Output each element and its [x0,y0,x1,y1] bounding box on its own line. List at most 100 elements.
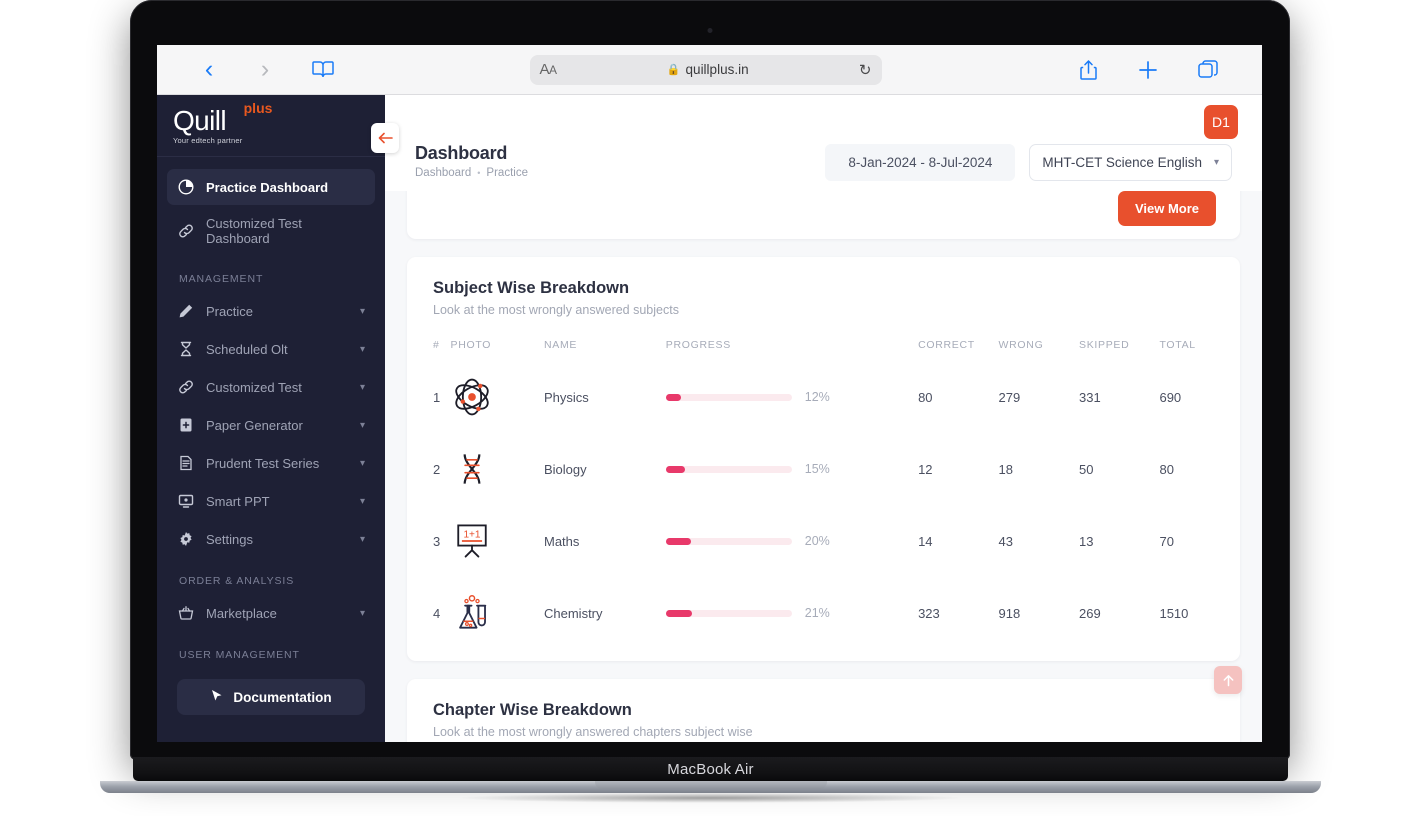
avatar[interactable]: D1 [1204,105,1238,139]
sidebar-item-smart-ppt[interactable]: Smart PPT ▾ [167,483,375,519]
row-photo [450,361,544,433]
presentation-icon [177,492,195,510]
sidebar-item-label: Scheduled Olt [206,341,288,357]
scroll-area: View More Subject Wise Breakdown Look at… [385,177,1262,742]
file-plus-icon [177,416,195,434]
tabs-icon[interactable] [1178,59,1238,80]
documentation-button[interactable]: Documentation [177,679,365,715]
sidebar-collapse-button[interactable] [371,123,399,153]
row-total: 80 [1159,461,1174,477]
row-photo: 1+1 [450,505,544,577]
address-bar[interactable]: AA 🔒 quillplus.in ↻ [529,54,882,85]
column-header-index: # [433,339,440,351]
column-header-total: TOTAL [1159,339,1196,351]
sidebar-item-customized-test-dashboard[interactable]: Customized Test Dashboard [167,207,375,255]
dna-icon [464,454,481,484]
chevron-down-icon: ▾ [359,343,365,355]
sidebar-item-practice-dashboard[interactable]: Practice Dashboard [167,169,375,205]
row-name: Biology [544,461,587,477]
browser-forward-button[interactable]: › [237,57,293,82]
progress-label: 12% [804,390,830,404]
row-progress: 15% [665,433,918,505]
column-header-photo: PHOTO [450,339,492,351]
laptop-shadow [455,793,965,803]
pencil-icon [177,302,195,320]
column-header-skipped: SKIPPED [1079,339,1130,351]
text-size-button[interactable]: AA [540,61,558,78]
document-list-icon [177,454,195,472]
browser-back-button[interactable]: ‹ [181,57,237,82]
sidebar-item-label: Practice Dashboard [206,179,329,195]
sidebar-section-user-management: USER MANAGEMENT [179,649,300,661]
sidebar-item-marketplace[interactable]: Marketplace ▾ [167,595,375,631]
table-row[interactable]: 4 Chemistry 21% 323 918 269 1510 [407,577,1240,649]
sidebar-item-settings[interactable]: Settings ▾ [167,521,375,557]
chapter-wise-breakdown-card: Chapter Wise Breakdown Look at the most … [407,679,1240,742]
scroll-to-top-button[interactable] [1214,666,1242,694]
sidebar-item-label: Prudent Test Series [206,455,320,471]
page-title: Dashboard [415,143,508,163]
column-header-progress: PROGRESS [665,339,731,351]
lock-icon: 🔒 [666,64,681,76]
table-row[interactable]: 1 Physics 12% 80 279 331 690 [407,361,1240,433]
browser-toolbar: ‹ › AA 🔒 quillplus.in ↻ [157,45,1262,95]
row-index: 4 [433,605,441,621]
macbook-frame: ‹ › AA 🔒 quillplus.in ↻ Quill plus Your … [130,0,1290,760]
progress-label: 15% [804,462,830,476]
sidebar-item-prudent-test-series[interactable]: Prudent Test Series ▾ [167,445,375,481]
breadcrumb-item-dashboard[interactable]: Dashboard [415,167,471,179]
table-header-row: # PHOTO NAME PROGRESS CORRECT WRONG SKIP… [407,321,1240,361]
row-wrong: 18 [998,461,1013,477]
reload-icon[interactable]: ↻ [859,61,872,79]
row-wrong: 918 [998,605,1021,621]
chevron-down-icon: ▾ [1213,157,1219,168]
link-icon [177,378,195,396]
sidebar-item-customized-test[interactable]: Customized Test ▾ [167,369,375,405]
logo-tagline: Your edtech partner [173,135,243,145]
date-range-picker[interactable]: 8-Jan-2024 - 8-Jul-2024 [825,144,1016,181]
sidebar-item-paper-generator[interactable]: Paper Generator ▾ [167,407,375,443]
breadcrumb-item-practice[interactable]: Practice [486,167,528,179]
url-text: 🔒 quillplus.in [557,62,859,77]
table-row[interactable]: 3 1+1 Maths 20% 14 43 13 70 [407,505,1240,577]
sidebar-item-practice[interactable]: Practice ▾ [167,293,375,329]
page-header: D1 Dashboard Dashboard • Practice 8-Jan-… [385,95,1262,191]
row-progress: 21% [665,577,918,649]
chevron-down-icon: ▾ [359,419,365,431]
plus-icon[interactable] [1118,60,1178,80]
laptop-base: MacBook Air [133,757,1288,781]
row-name: Maths [544,533,580,549]
brand-logo[interactable]: Quill plus Your edtech partner [157,95,385,157]
subject-card-title: Subject Wise Breakdown [433,279,630,297]
webcam [707,28,713,33]
chevron-down-icon: ▾ [359,533,365,545]
board-icon: 1+1 [457,524,488,558]
row-skipped: 269 [1079,605,1101,621]
svg-text:1+1: 1+1 [464,529,481,540]
logo-name: Quill [173,104,227,136]
table-row[interactable]: 2 Biology 15% 12 18 50 80 [407,433,1240,505]
chevron-down-icon: ▾ [359,607,365,619]
sidebar: Quill plus Your edtech partner Practice … [157,95,399,742]
chapter-card-subtitle: Look at the most wrongly answered chapte… [433,725,753,739]
url-value: quillplus.in [685,62,749,77]
row-wrong: 43 [998,533,1013,549]
cursor-icon [210,689,224,706]
row-skipped: 331 [1079,389,1101,405]
arrow-left-icon [378,132,393,144]
breadcrumb-separator: • [477,168,481,178]
row-index: 3 [433,533,441,549]
progress-fill [665,537,691,545]
course-select[interactable]: MHT-CET Science English ▾ [1029,144,1232,181]
row-name: Chemistry [544,605,603,621]
view-more-button[interactable]: View More [1117,190,1216,226]
book-icon[interactable] [293,60,353,79]
chevron-down-icon: ▾ [359,305,365,317]
share-icon[interactable] [1058,59,1118,80]
sidebar-item-label: Paper Generator [206,417,303,433]
sidebar-item-scheduled-olt[interactable]: Scheduled Olt ▾ [167,331,375,367]
sidebar-section-management: MANAGEMENT [179,273,264,285]
row-progress: 12% [665,361,918,433]
laptop-notch [594,781,827,789]
sidebar-item-label: Customized Test Dashboard [206,216,302,246]
